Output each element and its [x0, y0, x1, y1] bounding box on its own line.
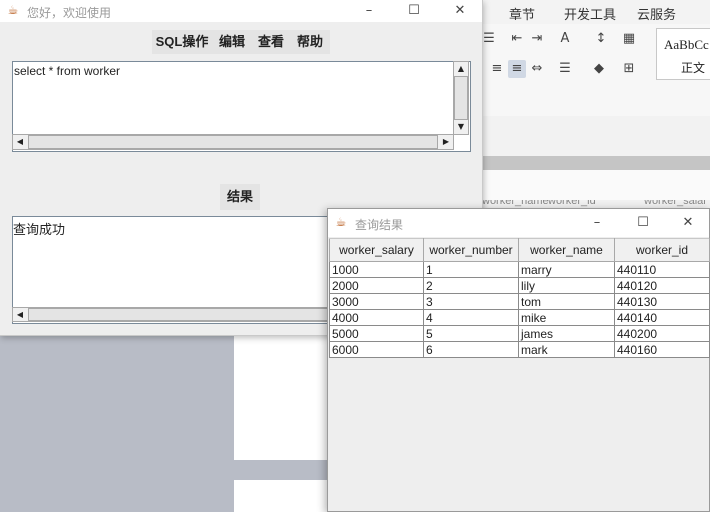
table-cell[interactable]: mark — [518, 341, 615, 358]
document-gap — [480, 116, 710, 156]
table-cell[interactable]: 1000 — [329, 261, 424, 278]
column-header-worker-id[interactable]: worker_id — [614, 238, 710, 262]
horizontal-scrollbar[interactable]: ◀ — [12, 307, 352, 322]
result-window: ☕ 查询结果 – ☐ ✕ worker_salary worker_number… — [327, 208, 710, 512]
scroll-down-icon[interactable]: ▼ — [454, 120, 468, 134]
minimize-icon[interactable]: – — [574, 209, 620, 237]
table-header: worker_salary worker_number worker_name … — [329, 238, 710, 262]
table-cell[interactable]: 5000 — [329, 325, 424, 342]
table-cell[interactable]: 4 — [423, 309, 519, 326]
menu-view[interactable]: 查看 — [252, 30, 290, 54]
table-cell[interactable]: 440140 — [614, 309, 710, 326]
scroll-thumb[interactable] — [454, 76, 468, 120]
table-cell[interactable]: 440120 — [614, 277, 710, 294]
fill-color-icon[interactable]: ◆ — [590, 60, 608, 78]
bg-header-fragment: worker_salar — [644, 200, 707, 207]
table-cell[interactable]: james — [518, 325, 615, 342]
style-name: 正文 — [681, 61, 706, 75]
document-page — [234, 480, 330, 512]
table-row[interactable]: 5000 5 james 440200 — [329, 325, 710, 342]
table-row[interactable]: 1000 1 marry 440110 — [329, 261, 710, 278]
table-cell[interactable]: lily — [518, 277, 615, 294]
scroll-thumb[interactable] — [28, 135, 438, 149]
status-text: 查询成功 — [13, 222, 66, 237]
table-cell[interactable]: 3 — [423, 293, 519, 310]
result-button[interactable]: 结果 — [220, 184, 260, 210]
maximize-icon[interactable]: ☐ — [391, 0, 437, 22]
query-textarea[interactable]: select * from worker ▲ ▼ ◀ ▶ — [12, 61, 471, 152]
table-cell[interactable]: 3000 — [329, 293, 424, 310]
indent-icon[interactable]: ⇥ — [528, 30, 546, 48]
java-cup-icon: ☕ — [335, 215, 347, 229]
table-cell[interactable]: 440130 — [614, 293, 710, 310]
result-titlebar[interactable]: ☕ 查询结果 – ☐ ✕ — [328, 209, 709, 237]
style-preview-text: AaBbCc — [664, 37, 709, 52]
table-cell[interactable]: 6000 — [329, 341, 424, 358]
scroll-right-icon[interactable]: ▶ — [439, 135, 453, 149]
maximize-icon[interactable]: ☐ — [620, 209, 666, 237]
minimize-icon[interactable]: – — [346, 0, 392, 22]
table-cell[interactable]: 440160 — [614, 341, 710, 358]
menu-edit[interactable]: 编辑 — [212, 30, 252, 54]
horizontal-scrollbar[interactable]: ◀ ▶ — [12, 134, 454, 150]
bg-header-fragment: worker_id — [548, 200, 596, 207]
align-right-icon[interactable]: ≡ — [488, 60, 506, 78]
line-spacing-icon[interactable]: ☰ — [556, 60, 574, 78]
table-cell[interactable]: 2000 — [329, 277, 424, 294]
border-icon[interactable]: ⊞ — [620, 60, 638, 78]
document-separator — [480, 156, 710, 170]
table-row[interactable]: 6000 6 mark 440160 — [329, 341, 710, 358]
result-window-title: 查询结果 — [355, 218, 404, 232]
table-row[interactable]: 3000 3 tom 440130 — [329, 293, 710, 310]
sort-icon[interactable]: ↕ — [592, 30, 610, 48]
close-icon[interactable]: ✕ — [437, 0, 483, 22]
menu-chapter[interactable]: 章节 — [509, 4, 535, 23]
font-size-icon[interactable]: A — [556, 30, 574, 48]
table-cell[interactable]: marry — [518, 261, 615, 278]
table-cell[interactable]: 1 — [423, 261, 519, 278]
distribute-icon[interactable]: ⇔ — [528, 60, 546, 78]
background-menubar: 章节 开发工具 云服务 — [480, 0, 710, 24]
vertical-scrollbar[interactable]: ▲ ▼ — [453, 61, 469, 135]
table-icon[interactable]: ▦ — [620, 30, 638, 48]
menu-dev-tools[interactable]: 开发工具 — [564, 4, 616, 23]
status-textarea[interactable]: 查询成功 ◀ — [12, 216, 354, 324]
menu-sql-operations[interactable]: SQL操作 — [152, 30, 212, 54]
table-cell[interactable]: 2 — [423, 277, 519, 294]
scroll-up-icon[interactable]: ▲ — [454, 62, 468, 76]
bg-header-fragment: worker_name — [482, 200, 549, 207]
table-cell[interactable]: 5 — [423, 325, 519, 342]
scroll-left-icon[interactable]: ◀ — [13, 308, 27, 322]
java-cup-icon: ☕ — [7, 3, 19, 17]
style-preview-box[interactable]: AaBbCc 正文 — [656, 28, 710, 80]
query-text: select * from worker — [14, 64, 121, 78]
justify-icon[interactable]: ≡ — [508, 60, 526, 78]
main-titlebar[interactable]: ☕ 您好，欢迎使用 – ☐ ✕ — [0, 0, 482, 22]
table-row[interactable]: 4000 4 mike 440140 — [329, 309, 710, 326]
menu-cloud[interactable]: 云服务 — [637, 4, 676, 23]
scroll-left-icon[interactable]: ◀ — [13, 135, 27, 149]
table-row[interactable]: 2000 2 lily 440120 — [329, 277, 710, 294]
column-header-worker-number[interactable]: worker_number — [423, 238, 519, 262]
table-cell[interactable]: 440200 — [614, 325, 710, 342]
column-header-worker-name[interactable]: worker_name — [518, 238, 615, 262]
table-cell[interactable]: tom — [518, 293, 615, 310]
column-header-worker-salary[interactable]: worker_salary — [329, 238, 424, 262]
table-cell[interactable]: 440110 — [614, 261, 710, 278]
table-cell[interactable]: 4000 — [329, 309, 424, 326]
outdent-icon[interactable]: ⇤ — [508, 30, 526, 48]
document-page — [234, 336, 330, 460]
table-cell[interactable]: mike — [518, 309, 615, 326]
table-cell[interactable]: 6 — [423, 341, 519, 358]
close-icon[interactable]: ✕ — [665, 209, 710, 237]
menu-help[interactable]: 帮助 — [290, 30, 330, 54]
result-table: worker_salary worker_number worker_name … — [329, 238, 710, 358]
scroll-thumb[interactable] — [28, 308, 348, 321]
main-window-title: 您好，欢迎使用 — [27, 6, 112, 20]
